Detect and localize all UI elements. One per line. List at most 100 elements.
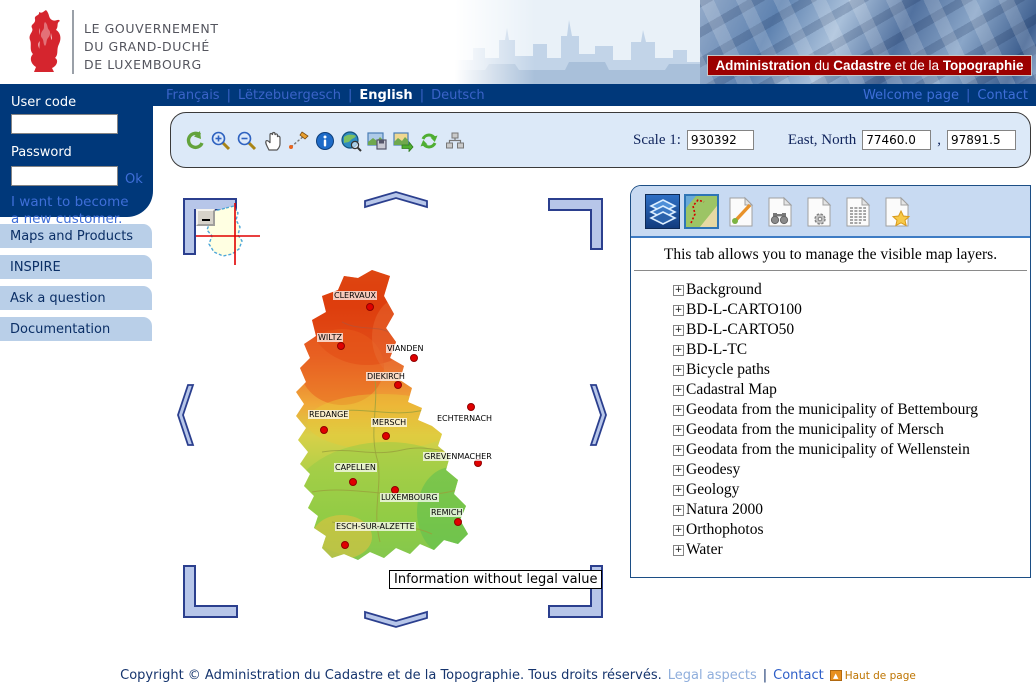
layer-label[interactable]: Bicycle paths	[686, 361, 770, 379]
expand-icon[interactable]: +	[673, 445, 684, 456]
layer-row-geodesy[interactable]: +Geodesy	[673, 460, 978, 480]
refresh-icon[interactable]	[418, 130, 440, 152]
pan-up-arrow[interactable]	[363, 190, 429, 210]
lang-deutsch[interactable]: Deutsch	[431, 88, 485, 103]
language-bar: Français | Lëtzebuergesch | English | De…	[0, 84, 1036, 106]
layer-label[interactable]: Geology	[686, 481, 739, 499]
footer-contact-link[interactable]: Contact	[773, 668, 824, 683]
user-code-input[interactable]	[11, 114, 118, 134]
town-dot	[394, 381, 402, 389]
expand-icon[interactable]: +	[673, 505, 684, 516]
document-settings-icon	[804, 196, 834, 228]
layer-label[interactable]: Natura 2000	[686, 501, 763, 519]
layer-label[interactable]: Orthophotos	[686, 521, 764, 539]
legend-tree-icon[interactable]	[444, 130, 466, 152]
lang-english[interactable]: English	[359, 88, 412, 103]
layer-label[interactable]: BD-L-TC	[686, 341, 747, 359]
pan-icon[interactable]	[262, 130, 284, 152]
map-corner-top-right[interactable]	[547, 197, 604, 251]
login-panel: User code Password Ok I want to becomea …	[0, 84, 153, 217]
town-label: WILTZ	[317, 333, 343, 342]
overview-zoom-icon[interactable]	[340, 130, 362, 152]
expand-icon[interactable]: +	[673, 365, 684, 376]
pan-down-arrow[interactable]	[363, 610, 429, 630]
logo-divider	[72, 10, 74, 74]
east-input[interactable]	[862, 130, 931, 150]
layer-label[interactable]: Geodata from the municipality of Bettemb…	[686, 401, 978, 419]
layer-row-background[interactable]: +Background	[673, 280, 978, 300]
tab-map-view[interactable]	[684, 194, 719, 229]
banner-seg-3: Cadastre	[833, 58, 891, 73]
contact-link[interactable]: Contact	[977, 88, 1028, 103]
back-icon[interactable]	[184, 130, 206, 152]
layer-row-cadastral-map[interactable]: +Cadastral Map	[673, 380, 978, 400]
welcome-page-link[interactable]: Welcome page	[863, 88, 959, 103]
pan-right-arrow[interactable]	[588, 383, 610, 447]
layer-row-orthophotos[interactable]: +Orthophotos	[673, 520, 978, 540]
lang-francais[interactable]: Français	[166, 88, 220, 103]
layer-row-bd-l-carto50[interactable]: +BD-L-CARTO50	[673, 320, 978, 340]
tab-report[interactable]	[840, 194, 875, 229]
sidebar-item-ask-a-question[interactable]: Ask a question	[0, 286, 152, 310]
measure-icon[interactable]	[288, 130, 310, 152]
layer-label[interactable]: Background	[686, 281, 762, 299]
expand-icon[interactable]: +	[673, 325, 684, 336]
expand-icon[interactable]: +	[673, 345, 684, 356]
tab-favorites[interactable]	[879, 194, 914, 229]
expand-icon[interactable]: +	[673, 425, 684, 436]
zoom-in-icon[interactable]	[210, 130, 232, 152]
town-label: VIANDEN	[386, 344, 425, 353]
lang-letzebuergesch[interactable]: Lëtzebuergesch	[238, 88, 341, 103]
sidebar-item-maps-and-products[interactable]: Maps and Products	[0, 224, 152, 248]
zoom-out-icon[interactable]	[236, 130, 258, 152]
map-corner-bottom-left[interactable]	[182, 564, 239, 619]
layer-label[interactable]: Geodesy	[686, 461, 740, 479]
expand-icon[interactable]: +	[673, 545, 684, 556]
legal-aspects-link[interactable]: Legal aspects	[668, 668, 757, 683]
layer-label[interactable]: BD-L-CARTO50	[686, 321, 794, 339]
layer-row-water[interactable]: +Water	[673, 540, 978, 560]
layer-row-natura-2000[interactable]: +Natura 2000	[673, 500, 978, 520]
layer-label[interactable]: Water	[686, 541, 723, 559]
sidebar-item-documentation[interactable]: Documentation	[0, 317, 152, 341]
layer-label[interactable]: Cadastral Map	[686, 381, 777, 399]
expand-icon[interactable]: +	[673, 285, 684, 296]
layer-row-geology[interactable]: +Geology	[673, 480, 978, 500]
expand-icon[interactable]: +	[673, 385, 684, 396]
info-icon[interactable]	[314, 130, 336, 152]
layer-row-bicycle-paths[interactable]: +Bicycle paths	[673, 360, 978, 380]
layer-label[interactable]: Geodata from the municipality of Wellens…	[686, 441, 970, 459]
layer-row-geodata-wellenstein[interactable]: +Geodata from the municipality of Wellen…	[673, 440, 978, 460]
administration-banner: Administration du Cadastre et de la Topo…	[707, 55, 1032, 76]
password-input[interactable]	[11, 166, 118, 186]
tab-layers[interactable]	[645, 194, 680, 229]
minimap-collapse-button[interactable]	[196, 209, 215, 226]
sidebar-item-inspire[interactable]: INSPIRE	[0, 255, 152, 279]
save-image-icon[interactable]	[366, 130, 388, 152]
expand-icon[interactable]: +	[673, 485, 684, 496]
layer-row-bd-l-carto100[interactable]: +BD-L-CARTO100	[673, 300, 978, 320]
layer-row-geodata-mersch[interactable]: +Geodata from the municipality of Mersch	[673, 420, 978, 440]
tab-draw[interactable]	[723, 194, 758, 229]
tab-settings[interactable]	[801, 194, 836, 229]
layers-panel: This tab allows you to manage the visibl…	[630, 185, 1031, 578]
tab-search[interactable]	[762, 194, 797, 229]
pan-left-arrow[interactable]	[174, 383, 196, 447]
layer-label[interactable]: Geodata from the municipality of Mersch	[686, 421, 944, 439]
layer-label[interactable]: BD-L-CARTO100	[686, 301, 802, 319]
scale-input[interactable]	[687, 130, 754, 150]
expand-icon[interactable]: +	[673, 405, 684, 416]
panel-separator	[634, 270, 1027, 271]
ok-button[interactable]: Ok	[125, 172, 143, 187]
layer-row-bd-l-tc[interactable]: +BD-L-TC	[673, 340, 978, 360]
expand-icon[interactable]: +	[673, 305, 684, 316]
layer-row-geodata-bettembourg[interactable]: +Geodata from the municipality of Bettem…	[673, 400, 978, 420]
expand-icon[interactable]: +	[673, 525, 684, 536]
new-customer-link[interactable]: I want to becomea new customer.	[11, 194, 153, 228]
coordinates-area: Scale 1: East, North ,	[633, 130, 1016, 150]
north-input[interactable]	[947, 130, 1016, 150]
back-to-top-link[interactable]: ▲ Haut de page	[830, 670, 916, 682]
export-image-icon[interactable]	[392, 130, 414, 152]
expand-icon[interactable]: +	[673, 465, 684, 476]
town-label: GREVENMACHER	[423, 452, 493, 461]
